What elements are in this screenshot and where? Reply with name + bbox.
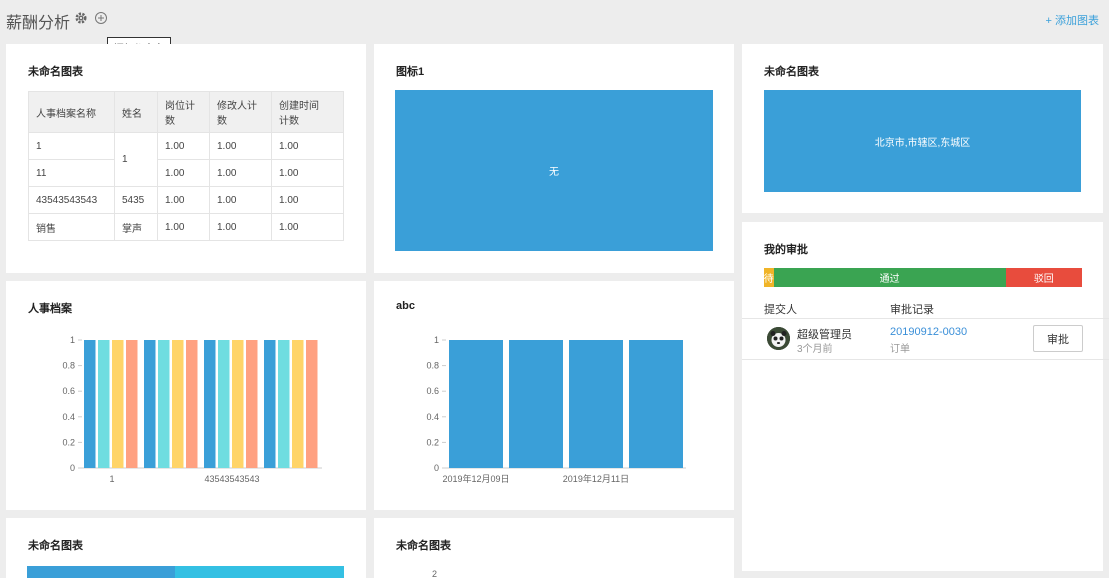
bar [629,340,683,468]
y-tick-label: 0 [434,463,439,473]
y-tick-label: 1 [434,335,439,345]
y-tick-label: 1 [70,335,75,345]
bar-segment [175,566,344,578]
bar-segment [27,566,175,578]
record-id-link[interactable]: 20190912-0030 [890,326,967,338]
bottom-chart-card-left: 未命名图表 [6,518,366,578]
table-row: 43543543543 5435 1.00 1.00 1.00 [28,186,344,214]
y-tick-label: 0 [70,463,75,473]
card-title: 图标1 [396,66,425,78]
divider [742,359,1109,360]
x-tick-label: 1 [109,474,114,484]
record-type: 订单 [890,344,910,355]
gear-icon[interactable] [74,11,88,28]
y-tick-label: 2 [432,569,438,578]
y-tick-label: 0.2 [62,437,75,447]
bar [306,340,318,468]
y-tick-label: 0.8 [426,361,439,371]
x-tick-label: 2019年12月11日 [563,473,629,484]
chart-card-abc: abc 0 0.2 0.4 0.6 0.8 1 2019年12月09日 2019年12月11日 [374,281,734,510]
y-tick-label: 0.2 [426,437,439,447]
table-row: 销售 掌声 1.00 1.00 1.00 [28,213,344,241]
bar [112,340,124,468]
card-title: 未命名图表 [28,66,83,78]
card-title: 未命名图表 [396,540,451,552]
bar [126,340,138,468]
table-card: 未命名图表 人事档案名称 姓名 岗位计数 修改人计数 创建时间 计数 1 1 1.… [6,44,366,273]
divider [742,318,1109,319]
column-header: 岗位计数 [157,91,210,133]
bar [449,340,503,468]
region-value: 北京市,市辖区,东城区 [874,137,971,149]
bar [278,340,290,468]
column-header: 姓名 [114,91,158,133]
avatar [767,327,790,350]
bar-chart: 0 0.2 0.4 0.6 0.8 1 1 43543543543 [62,335,322,484]
x-tick-label: 43543543543 [204,474,259,484]
x-tick-label: 2019年12月09日 [442,473,509,484]
status-segment: 待 [764,268,774,287]
bar [218,340,230,468]
indicator-box: 无 [395,90,713,251]
chart-card-personnel: 人事档案 0 0.2 0.4 0.6 0.8 1 1 43543543543 [6,281,366,510]
region-box: 北京市,市辖区,东城区 [764,90,1081,192]
bar [232,340,244,468]
bottom-chart-card-mid: 未命名图表 2 [374,518,734,578]
bar [246,340,258,468]
card-title: 未命名图表 [764,66,819,78]
y-tick-label: 0.8 [62,361,75,371]
card-title: 我的审批 [764,244,808,256]
indicator-card: 图标1 无 [374,44,734,273]
table-row: 1 1 1.00 1.00 1.00 [28,132,344,187]
column-header: 创建时间 计数 [271,91,344,133]
column-header: 修改人计数 [209,91,272,133]
data-table: 人事档案名称 姓名 岗位计数 修改人计数 创建时间 计数 1 1 1.00 1.0… [28,91,344,241]
add-dashboard-icon[interactable] [94,11,108,28]
y-tick-label: 0.6 [62,386,75,396]
region-card: 未命名图表 北京市,市辖区,东城区 [742,44,1103,213]
page-title: 薪酬分析 [6,15,71,32]
approval-card: 我的审批 待通过 驳回 提交人 审批记录 超级管理员 3个月前 20190912-… [742,222,1109,571]
y-tick-label: 0.4 [426,412,439,422]
bar [98,340,110,468]
table-row: 11 1.00 1.00 1.00 [28,159,344,187]
bar [158,340,170,468]
column-header: 审批记录 [890,304,934,316]
bar [569,340,623,468]
status-segment: 通过 [773,268,1006,287]
card-title: 未命名图表 [28,540,83,552]
add-chart-link[interactable]: + 添加图表 [1046,12,1099,28]
submit-time: 3个月前 [797,344,833,355]
approval-status-bar: 待通过 驳回 [764,268,1082,287]
status-segment: 驳回 [1005,268,1082,287]
y-tick-label: 0.4 [62,412,75,422]
bar-chart: 0 0.2 0.4 0.6 0.8 1 2019年12月09日 2019年12月11日 [426,335,686,484]
y-tick-label: 0.6 [426,386,439,396]
bar [292,340,304,468]
bar [172,340,184,468]
bar [264,340,276,468]
column-header: 提交人 [764,304,797,316]
indicator-value: 无 [549,167,559,178]
approve-button[interactable]: 审批 [1033,325,1083,352]
bar [509,340,563,468]
bar [144,340,156,468]
bar [186,340,198,468]
bar [204,340,216,468]
bar [84,340,96,468]
column-header: 人事档案名称 [28,91,115,133]
